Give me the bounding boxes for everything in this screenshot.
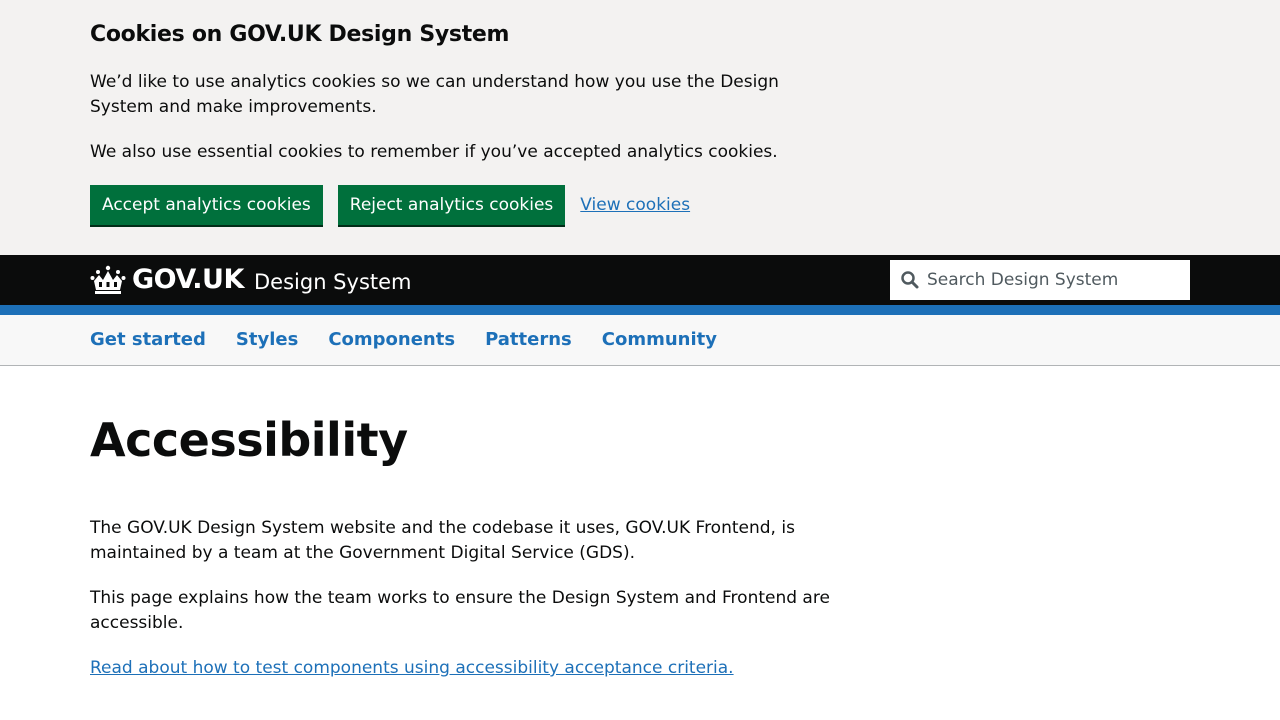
product-name[interactable]: Design System bbox=[254, 267, 412, 297]
govuk-logo-link[interactable]: GOV.UK bbox=[90, 264, 244, 296]
govuk-logo-text: GOV.UK bbox=[132, 264, 244, 295]
navigation-list: Get started Styles Components Patterns C… bbox=[90, 327, 747, 352]
crown-icon bbox=[90, 265, 126, 294]
cookie-banner-title: Cookies on GOV.UK Design System bbox=[90, 22, 510, 47]
search-box bbox=[890, 260, 1190, 300]
nav-item-components[interactable]: Components bbox=[328, 327, 455, 352]
cookie-banner-text-essential: We also use essential cookies to remembe… bbox=[90, 142, 778, 162]
nav-item-styles[interactable]: Styles bbox=[236, 327, 298, 352]
page-title: Accessibility bbox=[90, 413, 408, 467]
view-cookies-link[interactable]: View cookies bbox=[580, 193, 690, 218]
explanation-paragraph: This page explains how the team works to… bbox=[90, 588, 830, 633]
header-blue-bar bbox=[0, 305, 1280, 315]
nav-item-community[interactable]: Community bbox=[602, 327, 717, 352]
intro-paragraph: The GOV.UK Design System website and the… bbox=[90, 518, 795, 563]
cookie-banner-actions: Accept analytics cookies Reject analytic… bbox=[90, 185, 690, 225]
cookie-banner-text-analytics: We’d like to use analytics cookies so we… bbox=[90, 72, 779, 117]
cookie-banner-content: Cookies on GOV.UK Design System We’d lik… bbox=[90, 20, 830, 225]
site-header: GOV.UK Design System bbox=[0, 255, 1280, 305]
main-navigation: Get started Styles Components Patterns C… bbox=[0, 315, 1280, 366]
search-icon[interactable] bbox=[900, 270, 920, 290]
accept-analytics-cookies-button[interactable]: Accept analytics cookies bbox=[90, 185, 323, 225]
acceptance-criteria-link[interactable]: Read about how to test components using … bbox=[90, 656, 734, 681]
cookie-banner: Cookies on GOV.UK Design System We’d lik… bbox=[0, 0, 1280, 255]
nav-item-patterns[interactable]: Patterns bbox=[485, 327, 572, 352]
nav-item-get-started[interactable]: Get started bbox=[90, 327, 206, 352]
reject-analytics-cookies-button[interactable]: Reject analytics cookies bbox=[337, 185, 566, 225]
search-input[interactable] bbox=[927, 262, 1177, 298]
